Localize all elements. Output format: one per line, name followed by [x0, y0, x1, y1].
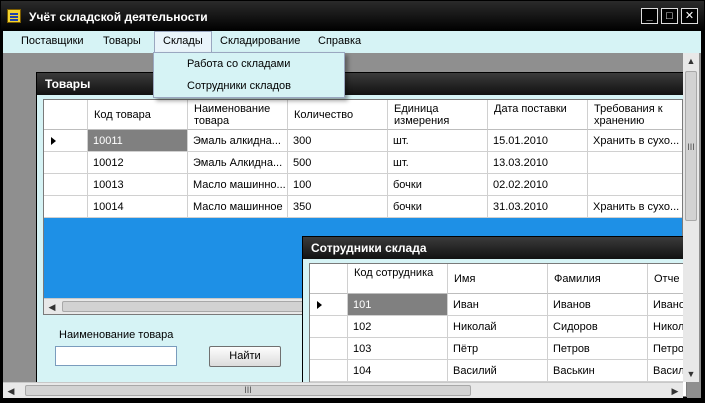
- table-cell[interactable]: 103: [348, 338, 448, 360]
- client-vscrollbar[interactable]: ▲ III ▼: [683, 53, 699, 382]
- scroll-down-icon[interactable]: ▼: [683, 366, 699, 382]
- table-row-header[interactable]: [44, 196, 88, 218]
- table-cell[interactable]: шт.: [388, 152, 488, 174]
- table-row-header[interactable]: [310, 360, 348, 382]
- table-cell[interactable]: Сидоров: [548, 316, 648, 338]
- staff-col-firstname[interactable]: Имя: [448, 264, 548, 294]
- menu-goods[interactable]: Товары: [103, 35, 141, 47]
- maximize-button[interactable]: □: [661, 8, 678, 24]
- table-cell[interactable]: 101: [348, 294, 448, 316]
- warehouses-dropdown: Работа со складами Сотрудники складов: [153, 52, 345, 98]
- table-cell[interactable]: 104: [348, 360, 448, 382]
- table-cell[interactable]: 31.03.2010: [488, 196, 588, 218]
- table-cell[interactable]: бочки: [388, 196, 488, 218]
- table-cell[interactable]: Петров: [548, 338, 648, 360]
- window-title: Учёт складской деятельности: [29, 10, 208, 24]
- table-cell[interactable]: Василий: [448, 360, 548, 382]
- table-cell[interactable]: 13.03.2010: [488, 152, 588, 174]
- search-label: Наименование товара: [59, 329, 174, 341]
- table-cell[interactable]: Николай: [448, 316, 548, 338]
- table-cell[interactable]: Масло машинное: [188, 196, 288, 218]
- title-bar: Учёт складской деятельности _ □ ✕: [1, 1, 704, 31]
- table-cell[interactable]: Эмаль Алкидна...: [188, 152, 288, 174]
- goods-col-qty[interactable]: Количество: [288, 100, 388, 130]
- app-window: Учёт складской деятельности _ □ ✕ Постав…: [0, 0, 705, 403]
- current-row-arrow-icon: [51, 137, 56, 145]
- find-button[interactable]: Найти: [209, 346, 281, 367]
- scroll-up-icon[interactable]: ▲: [683, 53, 699, 69]
- staff-grid[interactable]: Код сотрудника Имя Фамилия Отче 101 Иван…: [309, 263, 687, 397]
- table-cell[interactable]: 350: [288, 196, 388, 218]
- scroll-right-icon[interactable]: ▶: [667, 383, 683, 399]
- goods-col-name[interactable]: Наименование товара: [188, 100, 288, 130]
- close-button[interactable]: ✕: [681, 8, 698, 24]
- menu-bar: Поставщики Товары Склады Складирование С…: [3, 31, 701, 53]
- table-cell[interactable]: Эмаль алкидна...: [188, 130, 288, 152]
- table-cell[interactable]: Масло машинно...: [188, 174, 288, 196]
- search-input[interactable]: [55, 346, 177, 366]
- table-cell[interactable]: 15.01.2010: [488, 130, 588, 152]
- table-cell[interactable]: [588, 174, 682, 196]
- staff-col-lastname[interactable]: Фамилия: [548, 264, 648, 294]
- table-cell[interactable]: 02.02.2010: [488, 174, 588, 196]
- table-row-header[interactable]: [44, 152, 88, 174]
- table-cell[interactable]: Ивано: [648, 294, 686, 316]
- table-cell[interactable]: Пётр: [448, 338, 548, 360]
- table-cell[interactable]: Хранить в сухо...: [588, 196, 682, 218]
- table-row-header[interactable]: [310, 338, 348, 360]
- app-icon: [7, 9, 21, 23]
- table-cell[interactable]: 10012: [88, 152, 188, 174]
- table-cell[interactable]: шт.: [388, 130, 488, 152]
- staff-corner-header: [310, 264, 348, 294]
- table-cell[interactable]: Иванов: [548, 294, 648, 316]
- staff-col-code[interactable]: Код сотрудника: [348, 264, 448, 294]
- table-row-header[interactable]: [310, 316, 348, 338]
- menu-warehouse-work[interactable]: Работа со складами: [187, 58, 290, 70]
- goods-col-unit[interactable]: Единица измерения: [388, 100, 488, 130]
- scroll-thumb[interactable]: III: [25, 385, 471, 396]
- table-cell[interactable]: 10014: [88, 196, 188, 218]
- client-hscrollbar[interactable]: ◀ III ▶: [3, 382, 683, 398]
- staff-window-title: Сотрудники склада: [303, 237, 686, 259]
- goods-corner-header: [44, 100, 88, 130]
- table-row-header[interactable]: [310, 294, 348, 316]
- table-cell[interactable]: [588, 152, 682, 174]
- table-row-header[interactable]: [44, 174, 88, 196]
- table-cell[interactable]: 100: [288, 174, 388, 196]
- table-cell[interactable]: Васил: [648, 360, 686, 382]
- goods-col-code[interactable]: Код товара: [88, 100, 188, 130]
- scroll-thumb[interactable]: III: [685, 71, 697, 221]
- table-cell[interactable]: Никол: [648, 316, 686, 338]
- menu-warehouses[interactable]: Склады: [154, 31, 212, 53]
- staff-col-patronymic[interactable]: Отче: [648, 264, 686, 294]
- table-cell[interactable]: Васькин: [548, 360, 648, 382]
- staff-window: Сотрудники склада Код сотрудника Имя Фам…: [302, 236, 687, 398]
- goods-col-date[interactable]: Дата поставки: [488, 100, 588, 130]
- table-cell[interactable]: Иван: [448, 294, 548, 316]
- goods-window-title: Товары: [37, 73, 685, 95]
- table-cell[interactable]: 10013: [88, 174, 188, 196]
- table-cell[interactable]: Петро: [648, 338, 686, 360]
- mdi-client-area: Товары Код товара Наименование товара Ко…: [3, 53, 701, 398]
- menu-warehouse-staff[interactable]: Сотрудники складов: [187, 80, 291, 92]
- table-row-header[interactable]: [44, 130, 88, 152]
- menu-storage[interactable]: Складирование: [220, 35, 300, 47]
- current-row-arrow-icon: [317, 301, 322, 309]
- table-cell[interactable]: Хранить в сухо...: [588, 130, 682, 152]
- table-cell[interactable]: бочки: [388, 174, 488, 196]
- table-cell[interactable]: 10011: [88, 130, 188, 152]
- scroll-left-icon[interactable]: ◀: [3, 383, 19, 399]
- menu-suppliers[interactable]: Поставщики: [21, 35, 84, 47]
- goods-col-storage[interactable]: Требования к хранению: [588, 100, 682, 130]
- minimize-button[interactable]: _: [641, 8, 658, 24]
- table-cell[interactable]: 300: [288, 130, 388, 152]
- scroll-left-icon[interactable]: ◀: [44, 299, 60, 314]
- table-cell[interactable]: 102: [348, 316, 448, 338]
- table-cell[interactable]: 500: [288, 152, 388, 174]
- menu-help[interactable]: Справка: [318, 35, 361, 47]
- scroll-thumb[interactable]: [62, 301, 312, 312]
